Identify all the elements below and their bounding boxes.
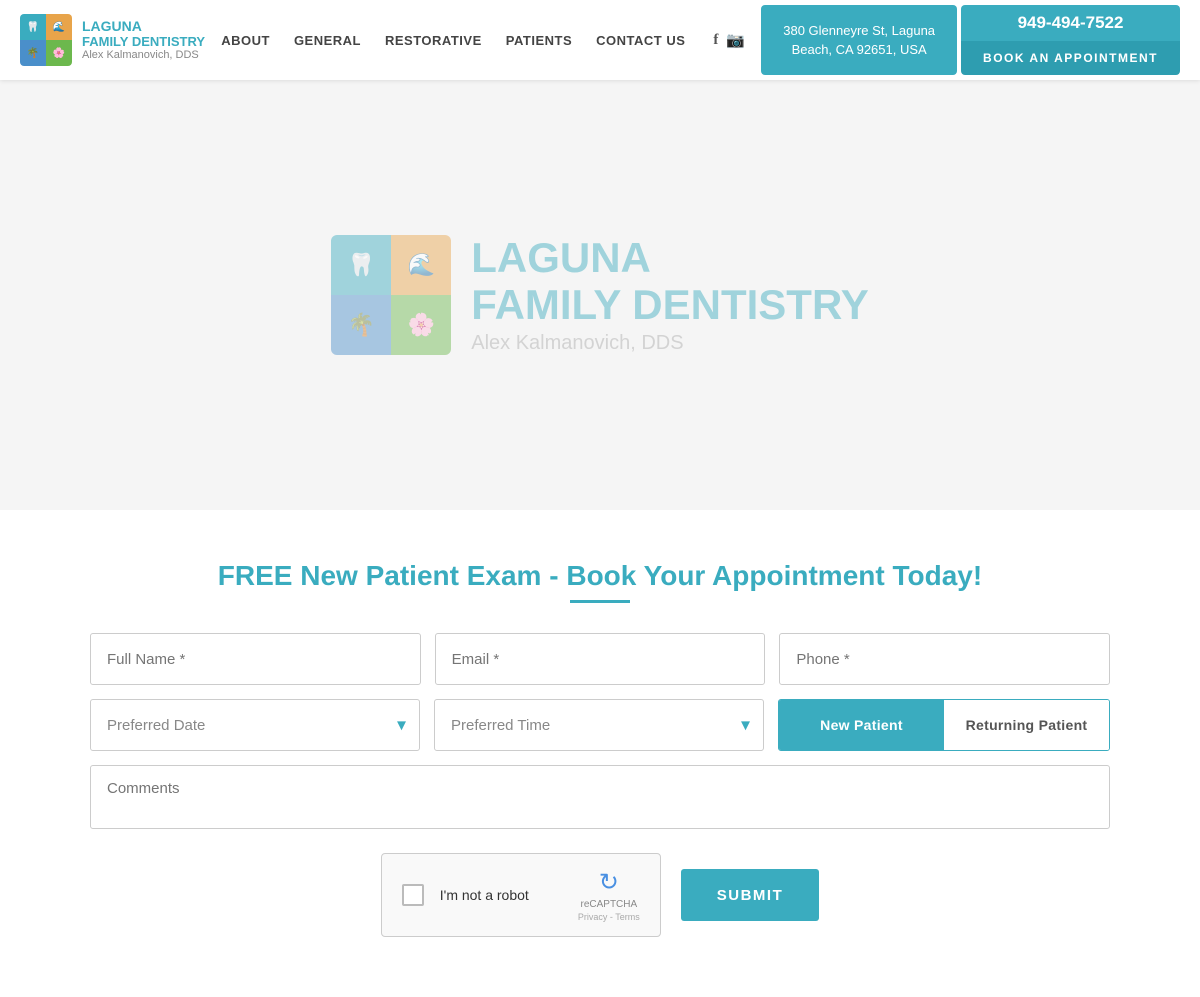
hero-logo-text: LAGUNA FAMILY DENTISTRY Alex Kalmanovich… [471,235,869,354]
logo-line1: LAGUNA FAMILY DENTISTRY [82,19,205,50]
hero-logo: 🦷 🌊 🌴 🌸 LAGUNA FAMILY DENTISTRY Alex Kal… [331,235,869,355]
social-links: f 📷 [713,31,745,49]
logo-cell-flower: 🌸 [46,40,72,66]
nav-restorative[interactable]: RESTORATIVE [385,33,482,48]
cta-area: 380 Glenneyre St, Laguna Beach, CA 92651… [761,5,1180,75]
recaptcha-icon: ↻ [599,868,619,897]
comments-textarea[interactable] [90,765,1110,829]
logo[interactable]: 🦷 🌊 🌴 🌸 LAGUNA FAMILY DENTISTRY Alex Kal… [20,14,205,66]
captcha-logo-area: ↻ reCAPTCHA Privacy - Terms [578,868,640,922]
form-row-2: Preferred Date Monday Tuesday Wednesday … [90,699,1110,751]
logo-cell-wave: 🌊 [46,14,72,40]
logo-icon: 🦷 🌊 🌴 🌸 [20,14,72,66]
main-nav: ABOUT GENERAL RESTORATIVE PATIENTS CONTA… [221,31,745,49]
nav-contact[interactable]: CONTACT US [596,33,685,48]
hero-logo-sub: Alex Kalmanovich, DDS [471,332,869,355]
captcha-checkbox[interactable] [402,884,424,906]
hero-logo-cell-flower: 🌸 [391,295,451,355]
address-box: 380 Glenneyre St, Laguna Beach, CA 92651… [761,5,957,75]
instagram-icon[interactable]: 📷 [726,31,745,49]
phone-input[interactable] [779,633,1110,685]
hero-logo-cell-palm: 🌴 [331,295,391,355]
phone-book-group: 949-494-7522 BOOK AN APPOINTMENT [961,5,1180,75]
new-patient-button[interactable]: New Patient [779,700,944,750]
nav-about[interactable]: ABOUT [221,33,270,48]
logo-cell-palm: 🌴 [20,40,46,66]
hero-logo-line1: LAGUNA FAMILY DENTISTRY [471,235,869,327]
nav-general[interactable]: GENERAL [294,33,361,48]
facebook-icon[interactable]: f [713,32,718,49]
preferred-time-select[interactable]: Preferred Time Morning (8am-12pm) Aftern… [434,699,764,751]
form-title-underline [570,600,630,603]
form-row-1 [90,633,1110,685]
logo-cell-tooth: 🦷 [20,14,46,40]
nav-patients[interactable]: PATIENTS [506,33,572,48]
hero-logo-cell-wave: 🌊 [391,235,451,295]
preferred-date-select[interactable]: Preferred Date Monday Tuesday Wednesday … [90,699,420,751]
book-appointment-button[interactable]: BOOK AN APPOINTMENT [961,41,1180,75]
form-section: FREE New Patient Exam - Book Your Appoin… [70,510,1130,997]
full-name-input[interactable] [90,633,421,685]
preferred-date-wrapper: Preferred Date Monday Tuesday Wednesday … [90,699,420,751]
hero-section: 🦷 🌊 🌴 🌸 LAGUNA FAMILY DENTISTRY Alex Kal… [0,80,1200,510]
captcha-row: I'm not a robot ↻ reCAPTCHA Privacy - Te… [90,853,1110,937]
phone-number[interactable]: 949-494-7522 [961,5,1180,41]
captcha-label: I'm not a robot [440,887,529,903]
hero-logo-cell-tooth: 🦷 [331,235,391,295]
logo-tagline: Alex Kalmanovich, DDS [82,49,205,61]
returning-patient-button[interactable]: Returning Patient [944,700,1109,750]
logo-text: LAGUNA FAMILY DENTISTRY Alex Kalmanovich… [82,19,205,62]
preferred-time-wrapper: Preferred Time Morning (8am-12pm) Aftern… [434,699,764,751]
form-title: FREE New Patient Exam - Book Your Appoin… [90,560,1110,592]
captcha-box: I'm not a robot ↻ reCAPTCHA Privacy - Te… [381,853,661,937]
captcha-privacy-text: Privacy - Terms [578,912,640,922]
form-row-3 [90,765,1110,829]
email-input[interactable] [435,633,766,685]
submit-button[interactable]: SUBMIT [681,869,820,921]
patient-type-toggle: New Patient Returning Patient [778,699,1110,751]
hero-logo-icon: 🦷 🌊 🌴 🌸 [331,235,451,355]
recaptcha-text: reCAPTCHA [580,899,637,910]
